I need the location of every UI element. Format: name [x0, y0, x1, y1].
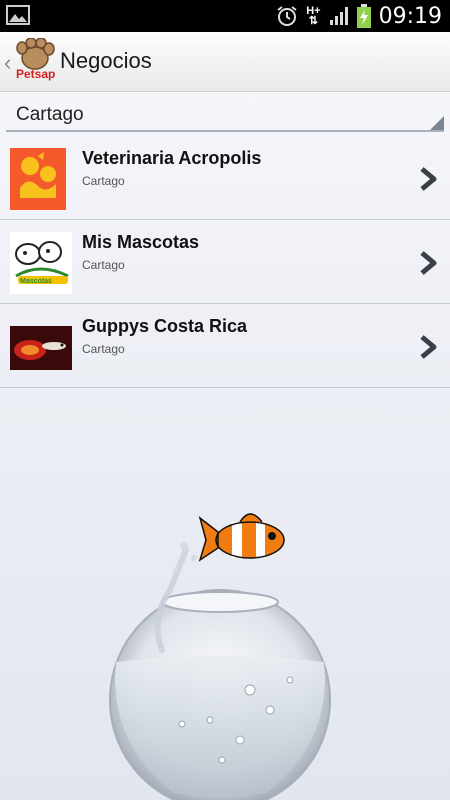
chevron-right-icon: [420, 167, 437, 191]
business-location: Cartago: [82, 174, 125, 188]
gallery-icon: [6, 5, 30, 25]
business-thumbnail: [10, 148, 72, 210]
petsapp-logo[interactable]: Petsapp: [14, 38, 56, 84]
chevron-right-icon: [420, 251, 437, 275]
svg-text:Mascotas: Mascotas: [20, 278, 52, 285]
clownfish-icon: [198, 513, 285, 562]
business-location: Cartago: [82, 258, 125, 272]
back-caret-icon[interactable]: ‹: [4, 50, 11, 76]
fishbowl-illustration: [109, 513, 331, 800]
business-thumbnail: Mascotas: [10, 232, 72, 294]
logo-text: Petsapp: [16, 67, 56, 81]
network-type: H+ ⇅: [306, 5, 321, 27]
veterinary-logo-icon: [10, 148, 66, 210]
alarm-icon: [277, 6, 297, 26]
business-name: Mis Mascotas: [82, 232, 200, 252]
battery-charging-icon: [356, 4, 371, 28]
pets-logo-icon: Mascotas: [10, 232, 72, 294]
business-name: Veterinaria Acropolis: [82, 148, 262, 168]
business-name: Guppys Costa Rica: [82, 316, 248, 336]
location-spinner[interactable]: Cartago: [6, 96, 444, 132]
page-title: Negocios: [60, 48, 152, 73]
list-item[interactable]: Mascotas Mis Mascotas Cartago: [0, 220, 450, 304]
list-item[interactable]: Veterinaria Acropolis Cartago: [0, 136, 450, 220]
list-item[interactable]: Guppys Costa Rica Cartago: [0, 304, 450, 388]
business-location: Cartago: [82, 342, 125, 356]
status-bar: H+ ⇅ 09:19: [0, 0, 450, 32]
business-thumbnail: [10, 316, 72, 378]
location-spinner-value: Cartago: [16, 104, 84, 125]
guppy-fish-icon: [10, 326, 72, 370]
action-bar: ‹ Petsapp Negocios: [0, 32, 450, 92]
spinner-arrow-icon: [430, 116, 444, 130]
clock: 09:19: [378, 3, 442, 29]
network-arrows-icon: ⇅: [308, 15, 319, 27]
chevron-right-icon: [420, 335, 437, 359]
signal-icon: [329, 7, 348, 25]
business-list: Veterinaria Acropolis Cartago Mascotas M…: [0, 136, 450, 388]
